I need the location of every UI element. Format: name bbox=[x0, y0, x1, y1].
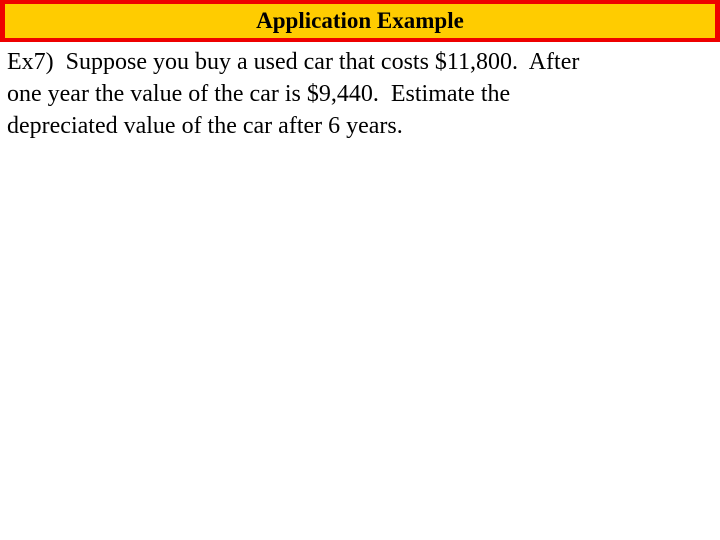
page-title: Application Example bbox=[256, 8, 464, 33]
slide-title-banner: Application Example bbox=[0, 0, 720, 42]
body-line-2: one year the value of the car is $9,440.… bbox=[7, 81, 511, 107]
slide-body: Ex7) Suppose you buy a used car that cos… bbox=[7, 46, 707, 142]
body-line-1: Ex7) Suppose you buy a used car that cos… bbox=[7, 49, 580, 75]
body-line-3: depreciated value of the car after 6 yea… bbox=[7, 113, 403, 139]
slide-empty-workspace bbox=[0, 150, 720, 540]
